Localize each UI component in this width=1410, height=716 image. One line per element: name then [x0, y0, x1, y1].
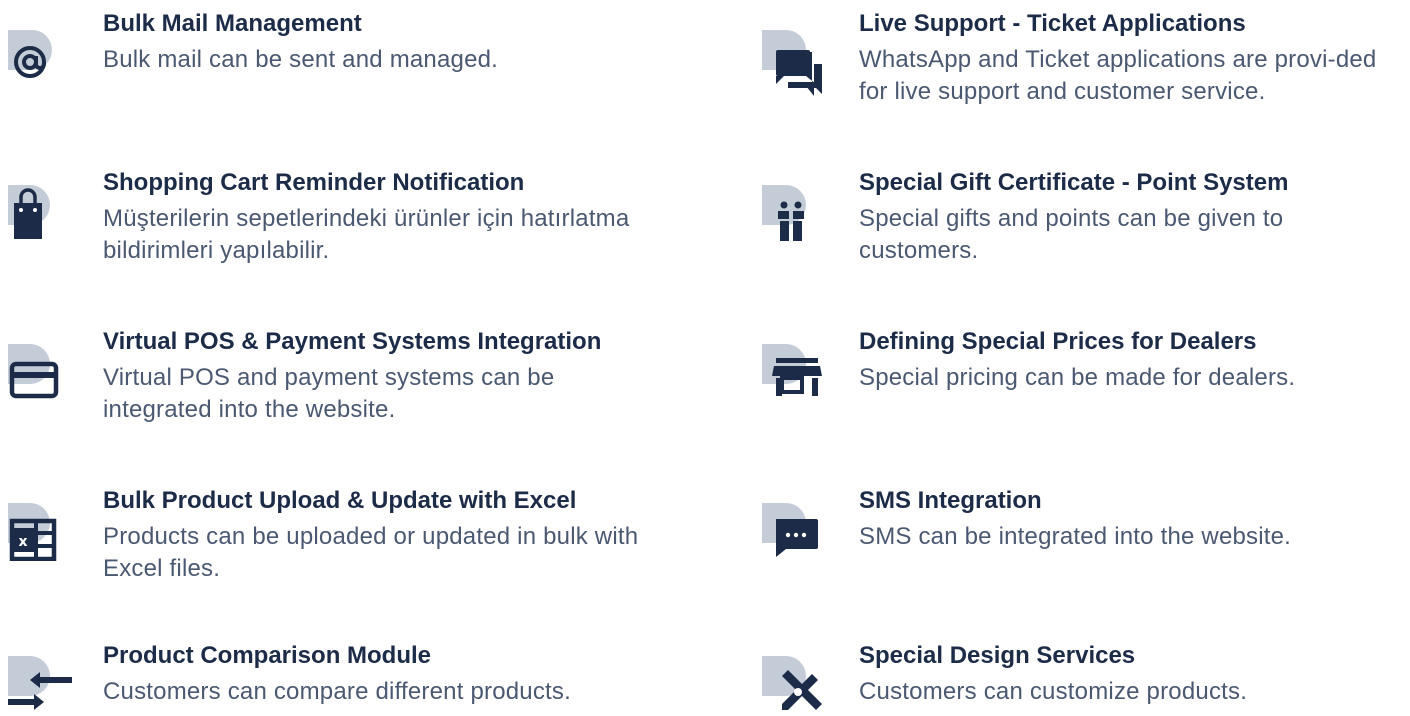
svg-text:x: x — [18, 534, 27, 550]
feature-title: SMS Integration — [859, 487, 1042, 514]
feature-title: Shopping Cart Reminder Notification — [103, 169, 525, 196]
at-icon — [0, 4, 72, 78]
feature-description: Customers can compare different products… — [103, 678, 571, 705]
feature-title: Special Design Services — [859, 642, 1136, 669]
feature-title: Bulk Product Upload & Update with Excel — [103, 487, 577, 514]
feature-title: Bulk Mail Management — [103, 10, 362, 37]
feature-description: Special gifts and points can be given to… — [859, 205, 1284, 264]
feature-description: Müşterilerin sepetlerindeki ürünler için… — [103, 205, 630, 264]
sms-icon — [756, 481, 828, 557]
feature-description: WhatsApp and Ticket applications are pro… — [859, 46, 1377, 105]
feature-description: Bulk mail can be sent and managed. — [103, 46, 499, 73]
feature-description: Virtual POS and payment systems can be i… — [103, 364, 555, 423]
feature-title: Special Gift Certificate - Point System — [859, 169, 1289, 196]
feature-title: Product Comparison Module — [103, 642, 432, 669]
chat-bubbles-icon — [756, 4, 828, 96]
feature-description: Customers can customize products. — [859, 678, 1248, 705]
feature-title: Defining Special Prices for Dealers — [859, 328, 1257, 355]
feature-description: Special pricing can be made for dealers. — [859, 364, 1296, 391]
compare-arrows-icon — [0, 636, 72, 710]
feature-description: Products can be uploaded or updated in b… — [103, 523, 639, 582]
excel-icon: x — [0, 481, 72, 561]
feature-title: Virtual POS & Payment Systems Integratio… — [103, 328, 602, 355]
feature-title: Live Support - Ticket Applications — [859, 10, 1246, 37]
feature-description: SMS can be integrated into the website. — [859, 523, 1292, 550]
gift-icon — [756, 163, 828, 241]
store-icon — [756, 322, 828, 396]
credit-card-icon — [0, 322, 72, 399]
shopping-bag-icon — [0, 163, 72, 239]
design-tools-icon — [756, 636, 828, 710]
